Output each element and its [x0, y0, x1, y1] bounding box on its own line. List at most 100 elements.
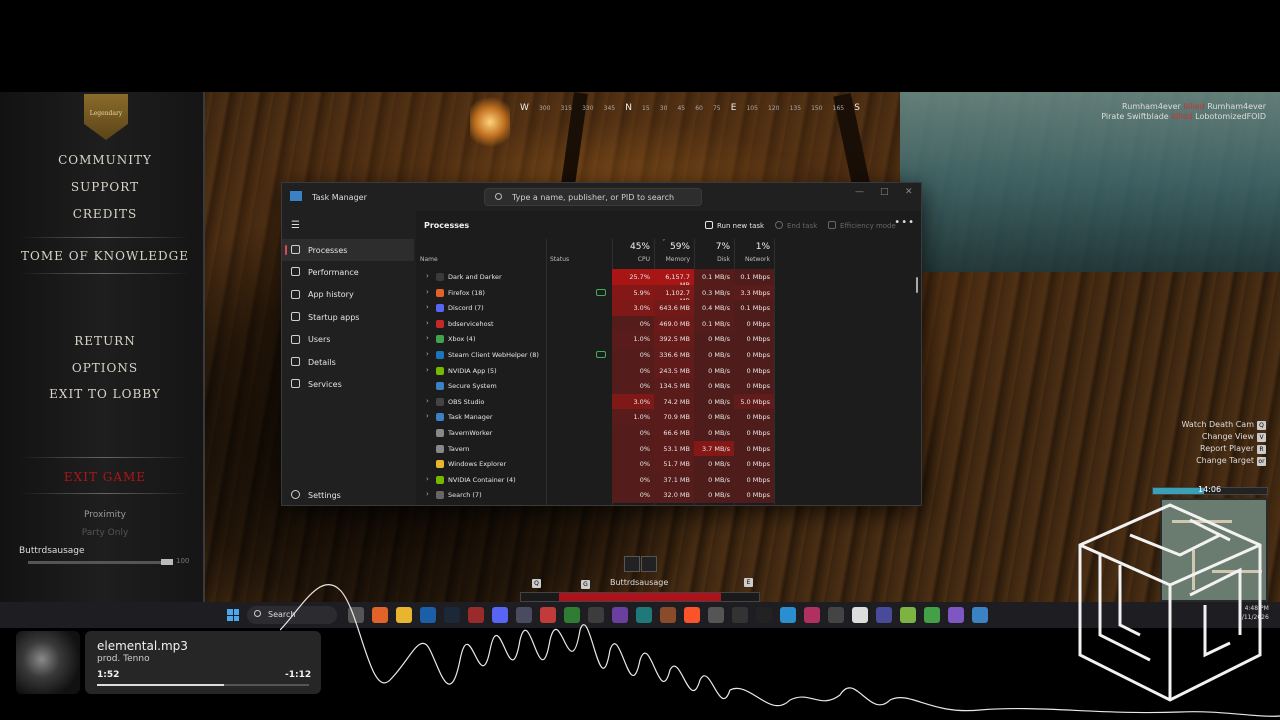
process-name: Steam Client WebHelper (8): [448, 350, 539, 359]
process-row[interactable]: Tavern 0% 53.1 MB 3.7 MB/s 0 Mbps: [416, 440, 921, 457]
process-row[interactable]: Secure System 0% 134.5 MB 0 MB/s 0 Mbps: [416, 378, 921, 394]
process-cpu-value: 3.0%: [612, 393, 654, 410]
menu-credits[interactable]: CREDITS: [0, 207, 210, 221]
spectate-prompt[interactable]: Report Player R: [1182, 443, 1266, 455]
expand-chevron-icon[interactable]: ›: [426, 490, 429, 498]
start-button-windows-icon[interactable]: [227, 609, 239, 621]
process-row[interactable]: › Discord (7) 3.0% 643.6 MB 0.4 MB/s 0.1 Mbps: [416, 300, 921, 316]
expand-chevron-icon[interactable]: ›: [426, 397, 429, 405]
process-row[interactable]: › Task Manager 1.0% 70.9 MB 0 MB/s 0 Mbps: [416, 409, 921, 425]
nav-item-processes[interactable]: Processes: [282, 239, 414, 262]
player-volume-slider[interactable]: [28, 561, 173, 564]
process-mem-value: 70.9 MB: [654, 409, 694, 425]
title-bar[interactable]: Task Manager Type a name, publisher, or …: [282, 183, 921, 211]
run-new-task-button[interactable]: Run new task: [705, 221, 764, 230]
compass-mark: 60: [695, 104, 703, 112]
process-disk-value: 0 MB/s: [694, 424, 734, 441]
process-name: Task Manager: [448, 413, 493, 422]
process-name: Search (7): [448, 491, 482, 500]
voice-party-only[interactable]: Party Only: [0, 528, 210, 538]
efficiency-mode-button[interactable]: Efficiency mode: [828, 221, 896, 230]
column-memory-header[interactable]: ˇ 59% Memory: [654, 239, 694, 267]
menu-exit-game[interactable]: EXIT GAME: [0, 470, 210, 484]
nav-item-settings[interactable]: Settings: [282, 484, 414, 505]
track-progress-bar[interactable]: [97, 684, 309, 686]
expand-chevron-icon[interactable]: ›: [426, 350, 429, 358]
process-row[interactable]: › Steam Client WebHelper (8) 0% 336.6 MB 0 M…: [416, 346, 921, 363]
process-row[interactable]: Windows Explorer 0% 51.7 MB 0 MB/s 0 Mbps: [416, 456, 921, 472]
column-name-header[interactable]: Name: [416, 239, 546, 267]
process-row[interactable]: TavernWorker 0% 66.6 MB 0 MB/s 0 Mbps: [416, 424, 921, 441]
menu-support[interactable]: SUPPORT: [0, 180, 210, 194]
search-box[interactable]: Type a name, publisher, or PID to search: [484, 188, 702, 206]
minimize-button[interactable]: —: [855, 187, 864, 197]
process-cpu-value: 1.0%: [612, 331, 654, 347]
column-network-header[interactable]: 1% Network: [734, 239, 774, 267]
column-cpu-header[interactable]: 45% CPU: [612, 239, 654, 267]
expand-chevron-icon[interactable]: ›: [426, 288, 429, 296]
kill-feed-entry: Pirate Swiftblade killed LobotomizedFOID: [1101, 112, 1266, 122]
spectate-prompt[interactable]: Change View V: [1182, 431, 1266, 443]
process-row[interactable]: › bdservicehost 0% 469.0 MB 0.1 MB/s 0 Mbps: [416, 315, 921, 332]
spectate-prompt[interactable]: Watch Death Cam Q: [1182, 419, 1266, 431]
nav-item-performance[interactable]: Performance: [282, 261, 414, 283]
kill-verb: killed: [1183, 102, 1205, 111]
nav-item-app-history[interactable]: App history: [282, 284, 414, 306]
menu-options[interactable]: OPTIONS: [0, 361, 210, 375]
compass-mark: 75: [712, 104, 721, 112]
expand-chevron-icon[interactable]: ›: [426, 319, 429, 327]
end-task-button[interactable]: End task: [775, 221, 817, 230]
process-row[interactable]: › Search (7) 0% 32.0 MB 0 MB/s 0 Mbps: [416, 487, 921, 503]
process-icon: [436, 460, 444, 469]
menu-return[interactable]: RETURN: [0, 334, 210, 348]
nav-item-startup-apps[interactable]: Startup apps: [282, 306, 414, 328]
spectate-prompt[interactable]: Change Target or: [1182, 455, 1266, 467]
menu-exit-to-lobby[interactable]: EXIT TO LOBBY: [0, 387, 210, 401]
track-elapsed: 1:52: [97, 670, 120, 680]
expand-chevron-icon[interactable]: ›: [426, 366, 429, 374]
torch-light: [470, 92, 510, 152]
process-row[interactable]: › Dark and Darker 25.7%6,157.7 MB0.1 MB/s0…: [416, 269, 921, 289]
maximize-button[interactable]: □: [880, 187, 889, 197]
game-menu: Legendary COMMUNITY SUPPORT CREDITS TOME…: [0, 92, 205, 602]
player-volume-knob[interactable]: [161, 559, 173, 565]
expand-chevron-icon[interactable]: ›: [426, 303, 429, 311]
nav-item-services[interactable]: Services: [282, 373, 414, 395]
scrollbar-thumb[interactable]: [916, 277, 918, 293]
process-row[interactable]: › Xbox (4) 1.0% 392.5 MB 0 MB/s 0 Mbps: [416, 331, 921, 347]
menu-tome-of-knowledge[interactable]: TOME OF KNOWLEDGE: [0, 249, 210, 263]
process-cpu-value: 0%: [612, 315, 654, 332]
process-disk-value: 0.1 MB/s: [694, 269, 734, 285]
expand-chevron-icon[interactable]: ›: [426, 475, 429, 483]
nav-item-details[interactable]: Details: [282, 351, 414, 373]
sort-chevron-icon: ˇ: [662, 239, 666, 247]
nav-item-users[interactable]: Users: [282, 329, 414, 351]
nav-label: Details: [308, 357, 336, 367]
more-options-icon[interactable]: •••: [894, 217, 915, 228]
column-cpu-label: CPU: [637, 256, 650, 263]
process-name: Dark and Darker: [448, 273, 502, 281]
nav-label: Startup apps: [308, 312, 360, 322]
process-row[interactable]: › NVIDIA Container (4) 0% 37.1 MB 0 MB/s 0 Mb…: [416, 471, 921, 488]
process-row[interactable]: › OBS Studio 3.0% 74.2 MB 0 MB/s 5.0 Mbps: [416, 393, 921, 410]
process-mem-value: 243.5 MB: [654, 362, 694, 379]
expand-chevron-icon[interactable]: ›: [426, 412, 429, 420]
prompt-label: Report Player: [1200, 444, 1254, 453]
compass-mark: 15: [642, 104, 650, 112]
close-button[interactable]: ✕: [905, 187, 913, 197]
expand-chevron-icon[interactable]: ›: [426, 272, 429, 280]
process-net-value: 0 Mbps: [734, 487, 774, 503]
menu-community[interactable]: COMMUNITY: [0, 153, 210, 167]
process-net-value: 0.1 Mbps: [734, 269, 774, 285]
expand-chevron-icon[interactable]: ›: [426, 334, 429, 342]
hamburger-menu-icon[interactable]: ☰: [291, 220, 300, 231]
voice-proximity[interactable]: Proximity: [0, 510, 210, 520]
process-row[interactable]: › Firefox (18) 5.9%1,102.7 MB0.3 MB/s3.3 M…: [416, 284, 921, 305]
process-row[interactable]: › NVIDIA App (5) 0% 243.5 MB 0 MB/s 0 Mbps: [416, 362, 921, 379]
nav-label: App history: [308, 290, 354, 300]
column-disk-header[interactable]: 7% Disk: [694, 239, 734, 267]
album-art: [16, 631, 80, 694]
column-status-header[interactable]: Status: [546, 239, 612, 267]
process-icon: [436, 304, 444, 313]
run-new-task-label: Run new task: [717, 222, 765, 230]
